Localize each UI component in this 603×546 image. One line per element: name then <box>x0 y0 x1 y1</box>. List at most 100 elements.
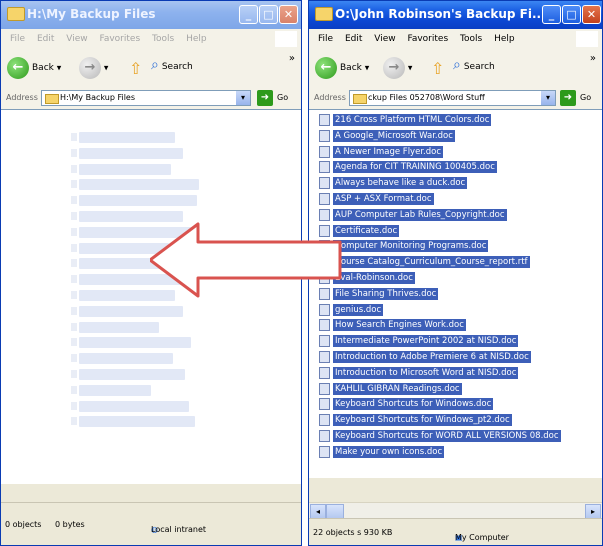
menu-edit[interactable]: Edit <box>345 29 362 49</box>
list-item[interactable]: KAHLIL GIBRAN Readings.doc <box>319 382 462 396</box>
doc-file-icon <box>71 417 77 426</box>
file-name: Keyboard Shortcuts for WORD ALL VERSIONS… <box>333 430 561 442</box>
scroll-left-icon[interactable]: ◂ <box>310 504 326 519</box>
list-item[interactable]: Intermediate PowerPoint 2002 at NISD.doc <box>319 335 519 348</box>
scroll-right-icon[interactable]: ▸ <box>585 504 601 519</box>
search-icon: ⌕ <box>151 57 159 73</box>
forward-button[interactable]: → ▾ <box>79 57 108 79</box>
doc-file-icon <box>319 351 330 363</box>
folder-icon <box>315 7 333 21</box>
minimize-button[interactable]: _ <box>542 5 561 24</box>
right-title-bar[interactable]: O:\John Robinson's Backup Fi... _ □ ✕ <box>309 1 602 29</box>
list-item[interactable]: A Google_Microsoft War.doc <box>319 129 455 143</box>
status-objects: 0 objects <box>5 520 42 529</box>
go-label[interactable]: Go <box>580 93 591 102</box>
file-name: A Newer Image Flyer.doc <box>333 145 444 158</box>
go-label[interactable]: Go <box>277 93 288 102</box>
doc-file-icon <box>71 133 77 141</box>
menu-view[interactable]: View <box>66 29 87 49</box>
doc-file-icon <box>319 398 330 411</box>
list-item[interactable]: A Newer Image Flyer.doc <box>319 145 444 159</box>
right-hscroll[interactable]: ◂ ▸ <box>309 502 602 519</box>
forward-button[interactable]: → ▾ <box>383 57 412 79</box>
search-icon: ⌕ <box>453 57 461 73</box>
list-item[interactable]: Keyboard Shortcuts for Windows.doc <box>319 398 494 411</box>
list-item[interactable]: Always behave like a duck.doc <box>319 177 468 190</box>
list-item[interactable]: Keyboard Shortcuts for WORD ALL VERSIONS… <box>319 430 561 443</box>
doc-file-icon <box>71 212 77 220</box>
list-item[interactable]: Keyboard Shortcuts for Windows_pt2.doc <box>319 414 512 427</box>
doc-file-icon <box>319 445 330 458</box>
list-item[interactable]: genius.doc <box>319 303 384 317</box>
search-label: Search <box>161 61 193 72</box>
doc-file-icon <box>319 430 330 442</box>
address-input[interactable]: H:\My Backup Files ▾ <box>41 90 251 106</box>
menu-favorites[interactable]: Favorites <box>99 29 140 49</box>
menu-help[interactable]: Help <box>186 29 207 49</box>
chevron-down-icon[interactable]: ▾ <box>236 91 250 105</box>
list-item[interactable]: Introduction to Adobe Premiere 6 at NISD… <box>319 351 531 364</box>
doc-file-icon <box>71 275 77 284</box>
left-address-bar: Address H:\My Backup Files ▾ ➜ Go <box>1 87 301 110</box>
right-menu-bar: File Edit View Favorites Tools Help <box>309 29 602 50</box>
menu-file[interactable]: File <box>10 29 25 49</box>
file-name: 216 Cross Platform HTML Colors.doc <box>333 114 492 126</box>
list-item[interactable]: 216 Cross Platform HTML Colors.doc <box>319 114 492 127</box>
list-item[interactable]: Agenda for CIT TRAINING 100405.doc <box>319 161 497 174</box>
maximize-button[interactable]: □ <box>259 5 278 24</box>
drag-ghost-item <box>71 321 159 333</box>
left-title-bar[interactable]: H:\My Backup Files _ □ ✕ <box>1 1 301 29</box>
close-button[interactable]: ✕ <box>582 5 601 24</box>
list-item[interactable]: Introduction to Microsoft Word at NISD.d… <box>319 366 519 380</box>
back-button[interactable]: ← Back ▾ <box>315 57 369 79</box>
address-input[interactable]: ckup Files 052708\Word Stuff ▾ <box>349 90 556 106</box>
up-folder-icon[interactable]: ⇧ <box>129 59 142 78</box>
maximize-button[interactable]: □ <box>562 5 581 24</box>
right-explorer-window: O:\John Robinson's Backup Fi... _ □ ✕ Fi… <box>308 0 603 546</box>
list-item[interactable]: Course Catalog_Curriculum_Course_report.… <box>319 256 530 269</box>
menu-file[interactable]: File <box>318 29 333 49</box>
toolbar-overflow-icon[interactable]: » <box>289 53 295 64</box>
go-arrow-icon[interactable]: ➜ <box>257 90 273 106</box>
menu-favorites[interactable]: Favorites <box>407 29 448 49</box>
doc-file-icon <box>71 164 77 173</box>
menu-view[interactable]: View <box>374 29 395 49</box>
close-button[interactable]: ✕ <box>279 5 298 24</box>
file-name: How Search Engines Work.doc <box>333 319 466 332</box>
up-folder-icon[interactable]: ⇧ <box>431 59 444 78</box>
chevron-down-icon[interactable]: ▾ <box>541 91 555 105</box>
minimize-button[interactable]: _ <box>239 5 258 24</box>
list-item[interactable]: How Search Engines Work.doc <box>319 319 466 332</box>
doc-file-icon <box>71 227 77 236</box>
back-button[interactable]: ← Back ▾ <box>7 57 61 79</box>
menu-help[interactable]: Help <box>494 29 515 49</box>
address-label: Address <box>314 93 346 102</box>
folder-icon <box>7 7 25 21</box>
status-bytes: 0 bytes <box>55 520 85 529</box>
doc-file-icon <box>71 148 77 157</box>
right-status-bar: 22 objects s 930 KB ▣ My Computer <box>309 518 602 545</box>
list-item[interactable]: ASP + ASX Format.doc <box>319 193 434 206</box>
menu-edit[interactable]: Edit <box>37 29 54 49</box>
menu-tools[interactable]: Tools <box>460 29 482 49</box>
doc-file-icon <box>319 177 330 190</box>
address-label: Address <box>6 93 38 102</box>
file-name: ASP + ASX Format.doc <box>333 193 434 205</box>
toolbar-overflow-icon[interactable]: » <box>590 53 596 64</box>
file-name: Always behave like a duck.doc <box>333 177 468 190</box>
file-name: Introduction to Microsoft Word at NISD.d… <box>333 366 519 379</box>
search-button[interactable]: ⌕ Search <box>151 57 193 73</box>
go-arrow-icon[interactable]: ➜ <box>560 90 576 106</box>
search-button[interactable]: ⌕ Search <box>453 57 495 73</box>
list-item[interactable]: Make your own icons.doc <box>319 445 445 459</box>
file-name: Course Catalog_Curriculum_Course_report.… <box>333 256 530 269</box>
address-value: ckup Files 052708\Word Stuff <box>368 93 485 102</box>
menu-tools[interactable]: Tools <box>152 29 174 49</box>
doc-file-icon <box>71 306 77 315</box>
right-file-list[interactable]: 216 Cross Platform HTML Colors.doc A Goog… <box>309 109 602 478</box>
scroll-thumb[interactable] <box>326 504 344 519</box>
left-window-title: H:\My Backup Files <box>27 7 156 21</box>
doc-file-icon <box>319 161 330 174</box>
drag-ghost-item <box>71 132 175 143</box>
doc-file-icon <box>319 319 330 332</box>
